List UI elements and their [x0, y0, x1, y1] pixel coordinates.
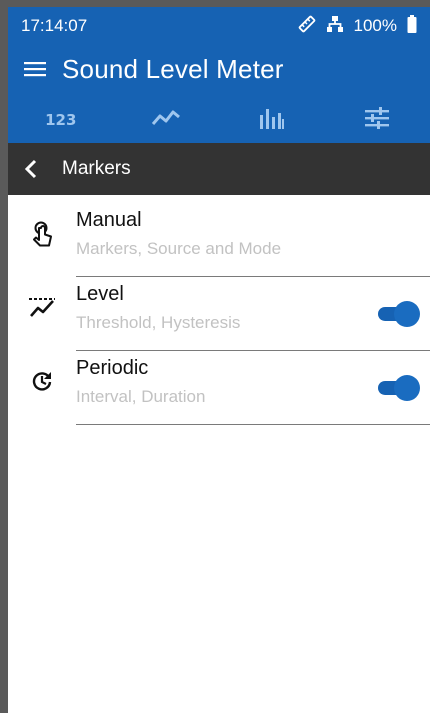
app-title: Sound Level Meter — [62, 53, 284, 84]
app-frame: 17:14:07 100% Sound Level Meter 123 Mark… — [8, 7, 430, 713]
list-item-manual[interactable]: Manual Markers, Source and Mode — [8, 203, 430, 277]
list-item-content: Periodic Interval, Duration — [76, 351, 430, 425]
markers-list: Manual Markers, Source and Mode Level Th… — [8, 195, 430, 425]
back-chevron-icon[interactable] — [24, 159, 44, 179]
list-item-label: Manual — [76, 209, 142, 231]
tab-bar-chart[interactable] — [219, 97, 325, 143]
section-title: Markers — [62, 158, 131, 179]
line-chart-icon — [151, 108, 181, 133]
network-icon — [326, 15, 344, 38]
app-bar: Sound Level Meter — [8, 45, 430, 93]
list-item-content: Manual Markers, Source and Mode — [76, 203, 430, 277]
status-time: 17:14:07 — [21, 16, 88, 35]
status-bar: 17:14:07 100% — [8, 7, 430, 45]
hamburger-menu-icon[interactable] — [24, 58, 46, 80]
numeric-tab-icon: 123 — [45, 111, 77, 129]
toggle-knob — [394, 375, 420, 401]
tab-settings[interactable] — [325, 97, 430, 143]
touch-gesture-icon — [8, 203, 76, 277]
ruler-icon — [298, 15, 316, 38]
list-item-content: Level Threshold, Hysteresis — [76, 277, 430, 351]
tab-numeric[interactable]: 123 — [8, 97, 114, 143]
section-header: Markers — [8, 143, 430, 195]
list-item-periodic[interactable]: Periodic Interval, Duration — [8, 351, 430, 425]
tab-line-chart[interactable] — [114, 97, 220, 143]
battery-percent: 100% — [353, 16, 397, 35]
list-item-level[interactable]: Level Threshold, Hysteresis — [8, 277, 430, 351]
list-item-subtitle: Threshold, Hysteresis — [76, 313, 241, 332]
list-item-subtitle: Interval, Duration — [76, 387, 206, 406]
toggle-knob — [394, 301, 420, 327]
level-threshold-icon — [8, 277, 76, 351]
battery-icon — [407, 14, 417, 38]
list-item-label: Level — [76, 283, 124, 305]
periodic-timer-icon — [8, 351, 76, 425]
list-item-subtitle: Markers, Source and Mode — [76, 239, 282, 258]
level-toggle[interactable] — [378, 301, 420, 327]
periodic-toggle[interactable] — [378, 375, 420, 401]
sliders-icon — [364, 106, 390, 134]
bar-chart-icon — [259, 107, 285, 134]
tab-bar: 123 — [8, 93, 430, 143]
list-item-label: Periodic — [76, 357, 149, 379]
